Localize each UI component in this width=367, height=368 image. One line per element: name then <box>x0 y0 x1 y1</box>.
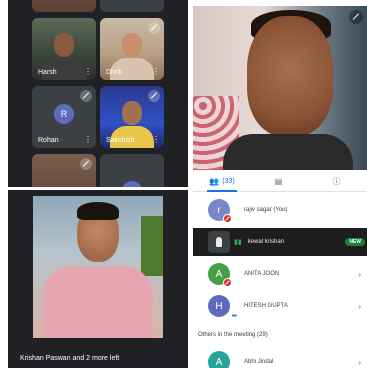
tab-people-count: (33) <box>222 178 235 185</box>
grid-tile-sakshish[interactable]: Sakshish ⋮ <box>100 86 164 148</box>
avatar-letter: R <box>60 108 68 119</box>
participant-name: rajiv sagar (You) <box>244 207 288 213</box>
info-icon: ⓘ <box>332 177 341 186</box>
mic-off-icon <box>80 158 92 170</box>
meet-screen: Harsh ⋮ Dhriti ⋮ R Rohan ⋮ Sakshish ⋮ Kr… <box>0 0 367 368</box>
avatar-letter: r <box>217 204 221 216</box>
mic-icon <box>216 237 222 247</box>
self-hair <box>77 202 119 220</box>
mic-off-icon <box>148 22 160 34</box>
mic-off-icon <box>223 278 232 287</box>
speaker-face <box>247 16 333 136</box>
participant-row[interactable]: A Abhi Jindal › <box>193 348 367 368</box>
people-tabs: 👥 (33) ▤ ⓘ <box>193 172 367 192</box>
background-window <box>141 216 163 276</box>
participant-row[interactable]: A ANITA JOON › <box>193 260 367 288</box>
participant-face <box>54 32 74 57</box>
grid-tile-harsh[interactable]: Harsh ⋮ <box>32 18 96 80</box>
speaking-indicator-icon: ▮▮ <box>234 239 242 246</box>
participant-row[interactable]: r rajiv sagar (You) <box>193 196 367 224</box>
mic-off-icon <box>223 214 232 223</box>
self-view-panel: Krishan Paswan and 2 more left <box>8 190 188 368</box>
avatar-letter: H <box>215 300 223 312</box>
grid-tile-dhriti[interactable]: Dhriti ⋮ <box>100 18 164 80</box>
participant-face <box>122 32 142 57</box>
others-section-header: Others in the meeting (29) <box>198 332 268 338</box>
participant-name: ANITA JOON <box>244 271 280 277</box>
self-shirt <box>43 266 153 338</box>
grid-tile-bottom-left[interactable] <box>32 154 96 187</box>
people-panel: 👥 (33) ▤ ⓘ r rajiv sagar (You) ▮▮ kewal … <box>193 172 367 368</box>
avatar: A <box>208 351 230 368</box>
people-icon: 👥 <box>209 177 220 186</box>
grid-tile-bottom-right[interactable] <box>100 154 164 187</box>
more-vert-icon[interactable]: ⋮ <box>84 68 92 76</box>
participants-left-caption: Krishan Paswan and 2 more left <box>20 355 120 362</box>
grid-tile-top-right[interactable] <box>100 0 164 12</box>
featured-video[interactable] <box>193 6 367 170</box>
participant-name: HITESH GUPTA <box>244 303 288 309</box>
avatar: A <box>208 263 232 287</box>
mic-off-icon <box>148 90 160 102</box>
tab-chat[interactable]: ▤ <box>251 172 309 191</box>
participant-grid: Harsh ⋮ Dhriti ⋮ R Rohan ⋮ Sakshish ⋮ <box>8 0 188 187</box>
more-vert-icon[interactable]: ⋮ <box>152 68 160 76</box>
tile-name: Harsh <box>38 69 57 76</box>
new-badge: NEW <box>345 238 365 246</box>
tile-name: Sakshish <box>106 137 135 144</box>
tab-info[interactable]: ⓘ <box>309 172 367 191</box>
mic-off-icon <box>349 10 363 24</box>
connecting-icon: ••• <box>231 313 237 320</box>
avatar-letter: A <box>215 268 223 280</box>
speaker-shirt <box>223 134 353 170</box>
avatar <box>122 181 142 187</box>
avatar: R <box>54 103 74 124</box>
participant-row[interactable]: H ••• HITESH GUPTA › <box>193 292 367 320</box>
chevron-right-icon[interactable]: › <box>358 302 361 311</box>
participant-row[interactable]: ▮▮ kewal krishan NEW <box>193 228 367 256</box>
participant-name: kewal krishan <box>247 239 285 245</box>
avatar-letter: A <box>215 356 223 368</box>
mic-off-icon <box>80 90 92 102</box>
tile-name: Dhriti <box>106 69 123 76</box>
avatar <box>208 231 230 253</box>
more-vert-icon[interactable]: ⋮ <box>152 136 160 144</box>
avatar: H ••• <box>208 295 237 320</box>
tab-people[interactable]: 👥 (33) <box>193 172 251 192</box>
grid-tile-rohan[interactable]: R Rohan ⋮ <box>32 86 96 148</box>
participant-name: Abhi Jindal <box>244 359 274 365</box>
chat-icon: ▤ <box>274 177 283 186</box>
avatar: r <box>208 199 232 223</box>
tile-name: Rohan <box>38 137 59 144</box>
self-video[interactable] <box>33 196 163 338</box>
chevron-right-icon[interactable]: › <box>358 358 361 367</box>
grid-tile-top-left[interactable] <box>32 0 96 12</box>
participant-face <box>122 100 142 125</box>
chevron-right-icon[interactable]: › <box>358 270 361 279</box>
more-vert-icon[interactable]: ⋮ <box>84 136 92 144</box>
